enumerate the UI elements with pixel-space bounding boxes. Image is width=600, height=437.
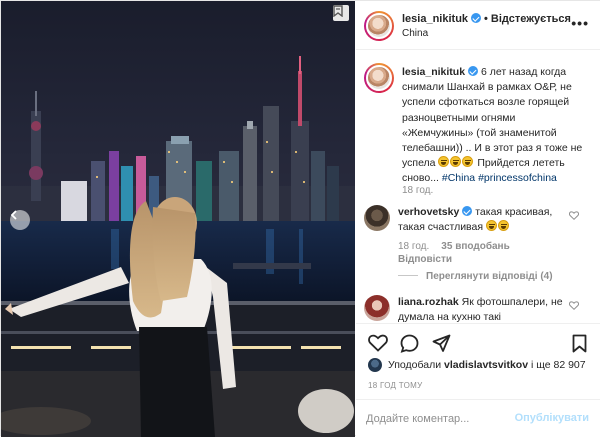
smiling-emoji-icon — [485, 220, 497, 231]
verified-badge-icon — [471, 13, 482, 23]
shanghai-night-photo — [1, 56, 355, 437]
view-replies-button[interactable]: Переглянути відповіді (4) — [398, 271, 553, 282]
add-comment-form: Опублікувати — [356, 399, 600, 437]
more-options-icon[interactable]: ••• — [571, 15, 589, 31]
author-username[interactable]: lesia_nikituk — [402, 13, 468, 25]
comment-like-heart-icon[interactable] — [568, 301, 580, 313]
caption-username[interactable]: lesia_nikituk — [402, 66, 465, 78]
carousel-prev-button[interactable] — [10, 210, 30, 230]
comment-meta: 18 год. 35 вподобань — [398, 241, 510, 252]
grinning-emoji-icon — [438, 156, 450, 168]
post-sidebar: lesia_nikituk • Відстежується China ••• le… — [356, 1, 600, 437]
comment-timestamp[interactable]: 18 год. — [398, 241, 429, 252]
likes-count[interactable]: і ще 82 907 — [531, 359, 586, 371]
speech-bubble-icon[interactable] — [400, 334, 419, 356]
verified-badge-icon — [468, 66, 479, 76]
post-date[interactable]: 18 ГОД ТОМУ — [368, 381, 423, 390]
caption-timestamp[interactable]: 18 год. — [402, 185, 433, 196]
commenter-avatar[interactable] — [364, 295, 390, 321]
comment-username[interactable]: liana.rozhak — [398, 296, 459, 308]
post-photo[interactable] — [1, 1, 355, 437]
commenter-avatar[interactable] — [364, 205, 390, 231]
instagram-post: lesia_nikituk • Відстежується China ••• le… — [0, 0, 600, 437]
post-caption: lesia_nikituk 6 лет назад когда снимали … — [402, 65, 587, 187]
caption-avatar[interactable] — [364, 63, 394, 93]
view-replies-label[interactable]: Переглянути відповіді (4) — [426, 271, 553, 282]
comment-input[interactable] — [366, 410, 516, 428]
likes-prefix: Уподобали — [388, 359, 442, 371]
verified-badge-icon — [462, 206, 473, 216]
comment-like-heart-icon[interactable] — [568, 211, 580, 223]
likes-summary: Уподобали vladislavtsvitkov і ще 82 907 — [368, 358, 586, 372]
comment-likes-count[interactable]: 35 вподобань — [441, 241, 509, 252]
author-avatar[interactable] — [364, 11, 394, 41]
publish-button[interactable]: Опублікувати — [515, 412, 589, 424]
post-header: lesia_nikituk • Відстежується China ••• — [356, 1, 600, 50]
follow-status-button[interactable]: Відстежується — [491, 13, 571, 25]
reply-label[interactable]: Відповісти — [398, 254, 452, 265]
comment-text: verhovetsky такая красивая, такая счастл… — [398, 205, 566, 235]
replies-line-divider — [398, 275, 418, 276]
paper-plane-icon[interactable] — [432, 334, 451, 356]
reply-link[interactable]: Відповісти — [398, 254, 452, 265]
smiling-emoji-icon — [497, 220, 509, 231]
liker-avatar[interactable] — [368, 358, 382, 372]
grinning-emoji-icon — [462, 156, 474, 168]
liker-username[interactable]: vladislavtsvitkov — [444, 359, 528, 371]
comment-text: liana.rozhak Як фотошпалери, не думала н… — [398, 295, 566, 323]
bookmark-icon[interactable] — [572, 334, 587, 356]
hashtag-princessofchina[interactable]: #princessofchina — [478, 172, 557, 184]
hashtag-china[interactable]: #China — [442, 172, 475, 184]
location-link[interactable]: China — [402, 28, 428, 39]
heart-icon[interactable] — [368, 334, 388, 355]
grinning-emoji-icon — [450, 156, 462, 168]
comments-section: lesia_nikituk 6 лет назад когда снимали … — [356, 51, 600, 323]
comment-username[interactable]: verhovetsky — [398, 206, 459, 218]
separator-dot: • — [484, 13, 488, 25]
caption-text-1: 6 лет назад когда снимали Шанхай в рамка… — [402, 66, 583, 170]
author-line: lesia_nikituk • Відстежується — [402, 13, 571, 25]
save-corner-button[interactable] — [333, 5, 349, 21]
